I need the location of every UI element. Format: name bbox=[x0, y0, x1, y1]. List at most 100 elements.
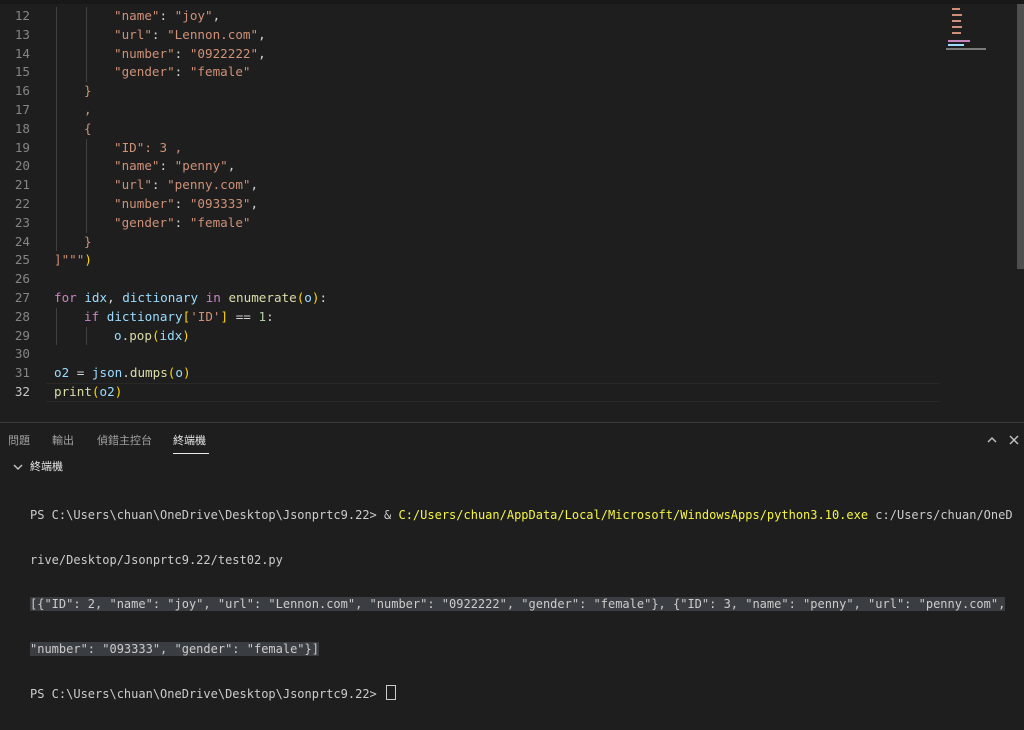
terminal-line: [{"ID": 2, "name": "joy", "url": "Lennon… bbox=[30, 596, 1024, 613]
terminal-selected-output: [{"ID": 2, "name": "joy", "url": "Lennon… bbox=[30, 597, 1006, 611]
terminal-cursor bbox=[386, 685, 397, 700]
code-token: "Lennon.com" bbox=[167, 26, 259, 42]
tab-terminal[interactable]: 終端機 bbox=[173, 432, 206, 450]
code-token: idx bbox=[159, 327, 183, 343]
line-number: 30 bbox=[14, 346, 30, 362]
indent-guide bbox=[56, 213, 57, 233]
code-line[interactable]: 12 "name": "joy", bbox=[0, 7, 940, 26]
code-token: ]""" bbox=[54, 252, 85, 268]
code-token: o bbox=[175, 365, 183, 381]
code-line[interactable]: 24} bbox=[0, 232, 940, 252]
tab-debug-console[interactable]: 偵錯主控台 bbox=[97, 432, 152, 450]
code-token: , bbox=[107, 289, 123, 305]
code-line[interactable]: 30 bbox=[0, 345, 940, 364]
code-area[interactable]: 12 "name": "joy", 13 "url": "Lennon.com", 14… bbox=[0, 7, 940, 402]
indent-guide bbox=[56, 176, 57, 195]
terminal-command-args: c:/Users/chuan/OneD bbox=[868, 508, 1013, 522]
code-token: json bbox=[91, 365, 123, 381]
close-panel-button[interactable] bbox=[1004, 430, 1024, 450]
terminal-command-exe: C:/Users/chuan/AppData/Local/Microsoft/W… bbox=[398, 508, 869, 522]
code-token: == bbox=[228, 308, 259, 324]
line-number: 15 bbox=[14, 64, 30, 80]
code-token: "number" bbox=[114, 195, 175, 211]
code-token: : 3 , bbox=[144, 139, 183, 155]
code-text: "url": "penny.com", bbox=[114, 176, 258, 195]
indent-guide bbox=[86, 213, 87, 233]
terminal-section-header[interactable]: 終端機 bbox=[0, 457, 1024, 477]
indent-guide bbox=[56, 157, 57, 177]
line-number: 13 bbox=[14, 26, 30, 42]
line-number: 32 bbox=[14, 383, 30, 399]
code-token: : bbox=[159, 8, 175, 23]
code-token: print bbox=[54, 383, 92, 399]
indent-guide bbox=[86, 176, 87, 195]
close-icon bbox=[1009, 435, 1019, 445]
code-line[interactable]: 23 "gender": "female" bbox=[0, 213, 940, 233]
code-line[interactable]: 26 bbox=[0, 270, 940, 289]
code-line[interactable]: 18 { bbox=[0, 119, 940, 139]
editor-scrollbar[interactable] bbox=[1017, 4, 1024, 422]
code-line[interactable]: 32 print(o2) bbox=[0, 382, 940, 402]
code-line[interactable]: 15 "gender": "female" bbox=[0, 63, 940, 83]
indent-guide bbox=[56, 25, 57, 45]
code-token: o bbox=[114, 327, 122, 343]
code-line[interactable]: 20 "name": "penny", bbox=[0, 157, 940, 177]
code-token: o2 bbox=[99, 383, 115, 399]
maximize-panel-button[interactable] bbox=[982, 430, 1002, 450]
bottom-panel: 問題 輸出 偵錯主控台 終端機 終端機 PS C:\Users\chuan\On… bbox=[0, 423, 1024, 701]
code-line[interactable]: 14 "number": "0922222", bbox=[0, 44, 940, 64]
code-line[interactable]: 25 ]""") bbox=[0, 251, 940, 270]
code-text: "name": "joy", bbox=[114, 7, 220, 26]
code-token: : bbox=[151, 26, 168, 42]
code-line[interactable]: 29 o.pop(idx) bbox=[0, 326, 940, 346]
code-token: "female" bbox=[189, 214, 251, 230]
terminal-line: "number": "093333", "gender": "female"}] bbox=[30, 641, 1024, 658]
indent-guide bbox=[86, 326, 87, 346]
code-token: enumerate bbox=[228, 289, 297, 305]
line-number: 25 bbox=[14, 252, 30, 268]
code-token: ] bbox=[220, 308, 229, 324]
code-token: : bbox=[174, 45, 190, 61]
code-token: dictionary bbox=[122, 289, 199, 305]
code-line[interactable]: 27 for idx, dictionary in enumerate(o): bbox=[0, 289, 940, 308]
terminal-output[interactable]: PS C:\Users\chuan\OneDrive\Desktop\Jsonp… bbox=[30, 479, 1024, 730]
scrollbar-thumb[interactable] bbox=[1017, 4, 1024, 269]
code-token: : bbox=[151, 177, 168, 193]
terminal-section-title: 終端機 bbox=[30, 460, 63, 473]
indent-guide bbox=[56, 119, 57, 139]
code-editor[interactable]: 12 "name": "joy", 13 "url": "Lennon.com", 14… bbox=[0, 0, 1024, 422]
tab-problems[interactable]: 問題 bbox=[8, 432, 30, 450]
code-token: "name" bbox=[114, 8, 160, 23]
code-token: 'ID' bbox=[190, 308, 221, 324]
code-token: , bbox=[258, 26, 266, 42]
code-line[interactable]: 22 "number": "093333", bbox=[0, 194, 940, 214]
indent-guide bbox=[86, 25, 87, 45]
code-token: } bbox=[84, 83, 92, 99]
code-line[interactable]: 31 o2 = json.dumps(o) bbox=[0, 364, 940, 383]
code-token: ) bbox=[182, 365, 191, 381]
code-line[interactable]: 21 "url": "penny.com", bbox=[0, 176, 940, 195]
code-text: ]""") bbox=[54, 251, 92, 270]
code-line[interactable]: 16} bbox=[0, 82, 940, 101]
code-token: : bbox=[174, 64, 190, 80]
minimap[interactable] bbox=[940, 4, 1010, 64]
code-text: { bbox=[84, 120, 92, 139]
terminal-selected-output: "number": "093333", "gender": "female"}] bbox=[30, 641, 319, 656]
code-token: idx bbox=[84, 289, 108, 305]
code-text: print(o2) bbox=[54, 383, 122, 402]
code-text: "url": "Lennon.com", bbox=[114, 26, 266, 45]
code-line[interactable]: 19 "ID": 3 , bbox=[0, 138, 940, 158]
code-token: : bbox=[174, 214, 190, 230]
code-line[interactable]: 13 "url": "Lennon.com", bbox=[0, 25, 940, 45]
code-token: : bbox=[266, 308, 274, 324]
code-token: "name" bbox=[114, 158, 160, 174]
code-token: , bbox=[212, 8, 221, 23]
tab-output[interactable]: 輸出 bbox=[52, 432, 74, 450]
code-line[interactable]: 28 if dictionary['ID'] == 1: bbox=[0, 307, 940, 327]
line-number: 19 bbox=[14, 139, 30, 155]
code-text: "gender": "female" bbox=[114, 63, 251, 82]
code-token: , bbox=[250, 195, 259, 211]
code-text: } bbox=[84, 82, 92, 101]
code-line[interactable]: 17, bbox=[0, 100, 940, 120]
code-token: : bbox=[159, 158, 175, 174]
